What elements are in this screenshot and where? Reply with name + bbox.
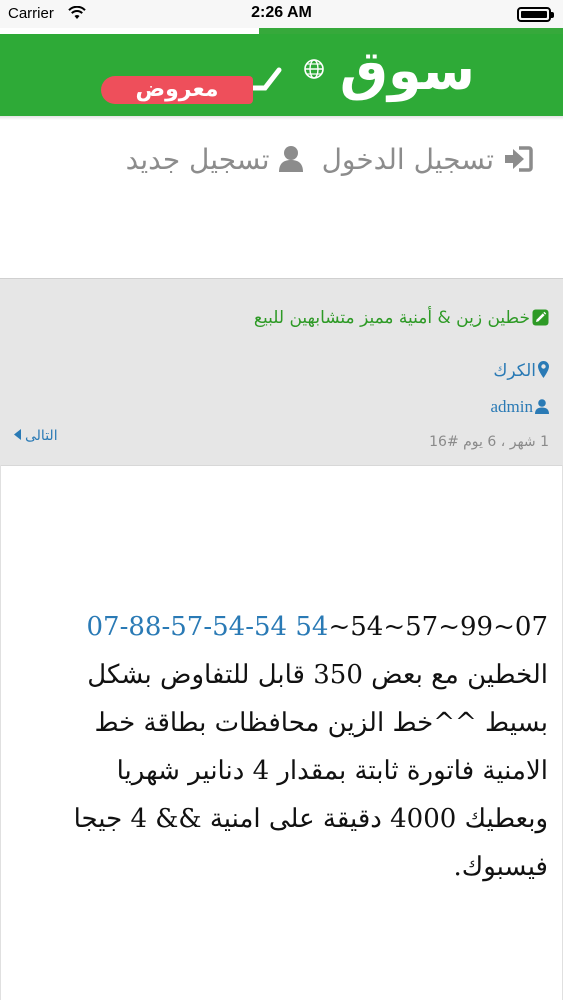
logo-text-main: سوق xyxy=(339,39,475,102)
user-icon xyxy=(535,399,549,414)
description-line: وبعطيك 4000 دقيقة على امنية && 4 جيجا xyxy=(73,804,548,834)
phone-number-link[interactable]: 54 07-88-57-54-54 xyxy=(87,612,329,642)
status-bar: Carrier 2:26 AM xyxy=(0,0,563,28)
register-label: تسجيل جديد xyxy=(125,143,270,176)
edit-icon xyxy=(532,309,549,326)
description-line: الامنية فاتورة ثابتة بمقدار 4 دنانير شهر… xyxy=(116,756,548,786)
caret-left-icon xyxy=(14,429,21,440)
description-line: فيسبوك. xyxy=(453,852,548,882)
login-link[interactable]: تسجيل الدخول xyxy=(322,140,533,180)
listing-title[interactable]: خطين زين & أمنية مميز متشابهين للبيع xyxy=(254,308,549,328)
clock: 2:26 AM xyxy=(251,4,312,21)
header-divider xyxy=(0,116,563,120)
login-label: تسجيل الدخول xyxy=(321,143,495,176)
logo-badge: معروض xyxy=(101,76,253,104)
phone-number-dark: 07~99~57~54~ xyxy=(328,612,548,642)
listing-body: 07~99~57~54~54 07-88-57-54-54 الخطين مع … xyxy=(0,465,563,1000)
listing-location[interactable]: الكرك xyxy=(493,361,549,381)
battery-icon xyxy=(517,7,554,22)
sign-in-icon xyxy=(505,146,533,172)
register-link[interactable]: تسجيل جديد xyxy=(126,140,305,180)
description-line: الخطين مع بعض 350 قابل للتفاوض بشكل xyxy=(87,660,548,690)
listing-header: خطين زين & أمنية مميز متشابهين للبيع الك… xyxy=(0,278,563,466)
site-header: سوق معروض xyxy=(0,34,563,116)
description-line: بسيط ^^خط الزين محافظات بطاقة خط xyxy=(94,708,548,738)
user-icon xyxy=(279,146,304,172)
next-link[interactable]: التالى xyxy=(14,428,58,444)
listing-description: 07~99~57~54~54 07-88-57-54-54 الخطين مع … xyxy=(23,603,548,891)
site-logo[interactable]: سوق معروض xyxy=(95,39,475,104)
map-marker-icon xyxy=(538,361,549,378)
listing-author[interactable]: admin xyxy=(490,397,549,417)
auth-nav: تسجيل الدخول تسجيل جديد xyxy=(30,140,533,180)
author-text: admin xyxy=(490,397,534,416)
globe-icon xyxy=(304,59,324,79)
listing-title-text: خطين زين & أمنية مميز متشابهين للبيع xyxy=(253,308,530,328)
phone-numbers: 07~99~57~54~54 07-88-57-54-54 xyxy=(23,603,548,651)
next-label: التالى xyxy=(25,428,58,444)
location-text: الكرك xyxy=(493,361,536,381)
listing-meta: 1 شهر ، 6 يوم #16 xyxy=(429,434,549,450)
